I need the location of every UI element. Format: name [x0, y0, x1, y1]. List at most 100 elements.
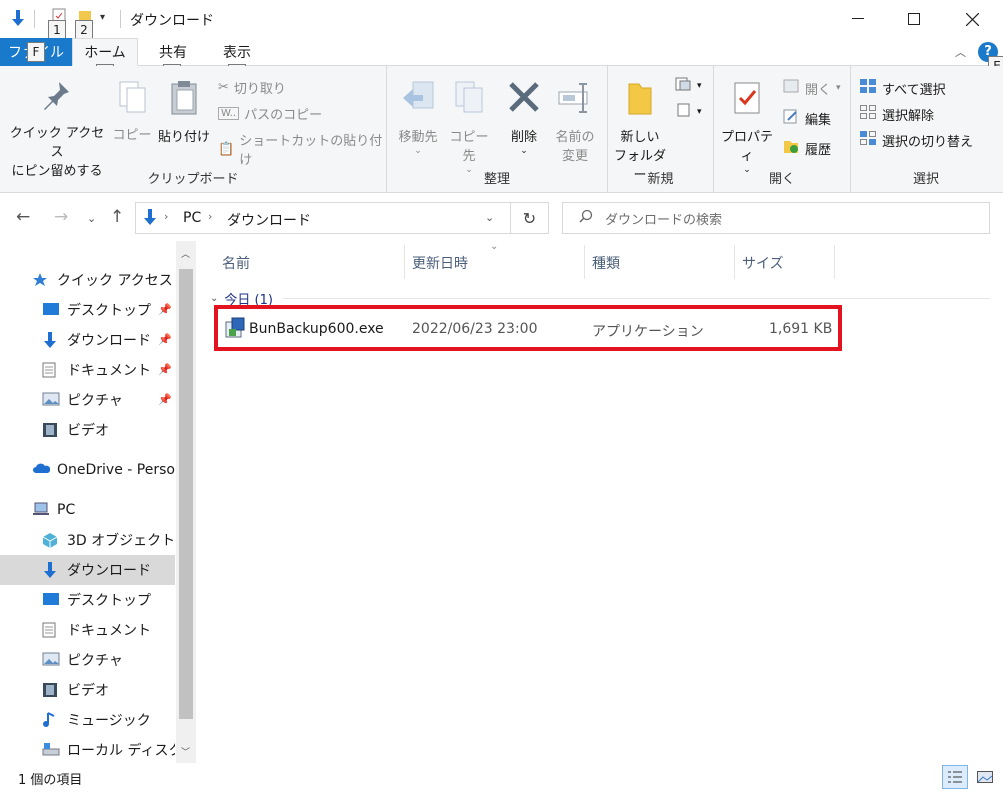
nav-quick-pictures[interactable]: ピクチャ — [0, 385, 175, 415]
column-type[interactable]: 種類 — [584, 245, 734, 281]
search-icon — [579, 209, 593, 227]
copy-path-icon: W.. — [218, 107, 240, 120]
onedrive-cloud-icon — [32, 462, 51, 478]
paste-button[interactable]: 貼り付け — [156, 80, 212, 147]
nav-pc-local-disk[interactable]: ローカル ディスク (C — [0, 735, 175, 765]
column-size[interactable]: サイズ — [734, 245, 834, 281]
copy-button[interactable]: コピー — [111, 80, 153, 145]
delete-button[interactable]: 削除 ⌄ — [499, 80, 549, 156]
pin-icon[interactable]: 📌 — [158, 303, 172, 316]
tab-view[interactable]: 表示 — [214, 38, 260, 66]
history-button[interactable]: 履歴 — [782, 138, 831, 158]
document-icon — [42, 622, 60, 638]
keytip-2: 2 — [75, 20, 93, 40]
close-button[interactable] — [943, 0, 1001, 38]
easy-access-button[interactable]: ▾ — [674, 102, 702, 122]
edit-icon — [782, 108, 800, 128]
cut-button[interactable]: ✂ 切り取り — [218, 78, 286, 97]
pin-quick-access-button[interactable]: クイック アクセス にピン留めする — [8, 80, 106, 181]
forward-arrow-icon[interactable]: → — [54, 207, 68, 227]
organize-group: 移動先 ⌄ コピー先 ⌄ 削除 ⌄ 名前の 変更 整理 — [387, 66, 608, 193]
new-item-button[interactable]: ▾ — [674, 76, 702, 96]
nav-pc-downloads[interactable]: ダウンロード — [0, 555, 175, 585]
open-group-label: 開く — [768, 172, 795, 187]
scroll-down-icon[interactable]: ﹀ — [181, 745, 190, 758]
desktop-icon — [42, 302, 60, 318]
window-title: ダウンロード — [130, 13, 214, 29]
refresh-button[interactable]: ↻ — [511, 202, 549, 234]
properties-icon — [718, 80, 776, 122]
breadcrumb-separator-icon: › — [164, 210, 169, 223]
select-none-button[interactable]: 選択解除 — [859, 104, 934, 124]
exe-file-icon — [225, 317, 245, 343]
address-bar[interactable]: › PC › ダウンロード ⌄ — [135, 202, 511, 234]
pin-icon[interactable]: 📌 — [158, 333, 172, 346]
tab-share[interactable]: 共有 — [150, 38, 196, 66]
select-all-button[interactable]: すべて選択 — [859, 78, 946, 98]
scrollbar-thumb[interactable] — [179, 269, 193, 719]
copy-to-button[interactable]: コピー先 ⌄ — [444, 80, 494, 175]
nav-quick-documents[interactable]: ドキュメント — [0, 355, 175, 385]
nav-pc-music[interactable]: ミュージック — [0, 705, 175, 735]
select-none-icon — [859, 104, 877, 124]
minimize-button[interactable] — [829, 0, 887, 38]
download-icon — [42, 562, 60, 578]
tab-home[interactable]: ホーム — [72, 38, 138, 66]
status-bar: 1 個の項目 — [0, 763, 1003, 807]
nav-quick-downloads[interactable]: ダウンロード — [0, 325, 175, 355]
properties-button[interactable]: プロパティ ⌄ — [718, 80, 776, 175]
music-note-icon — [42, 712, 60, 728]
search-input[interactable]: ダウンロードの検索 — [562, 202, 990, 234]
nav-pc-desktop[interactable]: デスクトップ — [0, 585, 175, 615]
nav-pc-pictures[interactable]: ピクチャ — [0, 645, 175, 675]
up-arrow-icon[interactable]: ↑ — [110, 207, 124, 227]
nav-pc-3d-objects[interactable]: 3D オブジェクト — [0, 525, 175, 555]
invert-selection-button[interactable]: 選択の切り替え — [859, 130, 973, 150]
nav-pc-videos[interactable]: ビデオ — [0, 675, 175, 705]
breadcrumb-pc[interactable]: PC — [183, 210, 201, 226]
maximize-button[interactable] — [885, 0, 943, 38]
nav-quick-desktop[interactable]: デスクトップ — [0, 295, 175, 325]
large-icons-view-icon[interactable] — [972, 765, 998, 789]
file-list: ⌄ 名前 更新日時 種類 サイズ ⌄ 今日 (1) BunBackup600.e… — [198, 241, 1003, 763]
select-group-label: 選択 — [912, 172, 939, 187]
breadcrumb-separator-icon: › — [208, 210, 213, 223]
column-modified[interactable]: 更新日時 — [404, 245, 584, 281]
column-name[interactable]: 名前 — [214, 245, 404, 281]
file-name: BunBackup600.exe — [249, 321, 384, 337]
ribbon-tabs: ファイル F ホーム H 共有 S 表示 V ︿ ? E — [0, 38, 1003, 84]
open-button[interactable]: 開く ▾ — [782, 78, 841, 98]
title-bar: 1 2 ▾ ダウンロード — [0, 0, 1003, 40]
move-to-button[interactable]: 移動先 ⌄ — [392, 80, 444, 156]
file-row[interactable]: BunBackup600.exe 2022/06/23 23:00 アプリケーシ… — [214, 305, 842, 351]
pin-icon[interactable]: 📌 — [158, 393, 172, 406]
navpane-scrollbar[interactable]: ︿ ﹀ — [176, 241, 196, 763]
select-all-icon — [859, 78, 877, 98]
file-modified: 2022/06/23 23:00 — [412, 321, 538, 337]
edit-button[interactable]: 編集 — [782, 108, 831, 128]
recent-locations-icon[interactable]: ⌄ — [87, 212, 96, 225]
paste-shortcut-button[interactable]: 📋 ショートカットの貼り付け — [218, 130, 386, 168]
back-arrow-icon[interactable]: ← — [16, 207, 30, 227]
nav-quick-videos[interactable]: ビデオ — [0, 415, 175, 445]
nav-pc-documents[interactable]: ドキュメント — [0, 615, 175, 645]
details-view-icon[interactable] — [942, 765, 968, 789]
open-icon — [782, 78, 800, 98]
rename-button[interactable]: 名前の 変更 — [549, 80, 601, 166]
pin-icon[interactable]: 📌 — [158, 363, 172, 376]
collapse-ribbon-icon[interactable]: ︿ — [955, 44, 966, 60]
clipboard-group-label: クリップボード — [147, 172, 239, 187]
customize-quick-access-icon[interactable]: ▾ — [100, 12, 105, 23]
address-dropdown-icon[interactable]: ⌄ — [485, 211, 494, 224]
scroll-up-icon[interactable]: ︿ — [181, 247, 190, 260]
navigation-pane: クイック アクセス デスクトップ 📌 ダウンロード 📌 ドキュメント 📌 ピクチ… — [0, 241, 198, 763]
group-collapse-icon[interactable]: ⌄ — [210, 293, 218, 304]
invert-selection-icon — [859, 130, 877, 150]
picture-icon — [42, 652, 60, 668]
nav-quick-access[interactable]: クイック アクセス — [0, 265, 175, 295]
nav-pc[interactable]: PC — [0, 495, 175, 525]
copy-path-button[interactable]: W.. パスのコピー — [218, 104, 322, 123]
nav-onedrive[interactable]: OneDrive - Person — [0, 455, 175, 485]
video-icon — [42, 422, 60, 438]
breadcrumb-downloads[interactable]: ダウンロード — [227, 210, 311, 230]
